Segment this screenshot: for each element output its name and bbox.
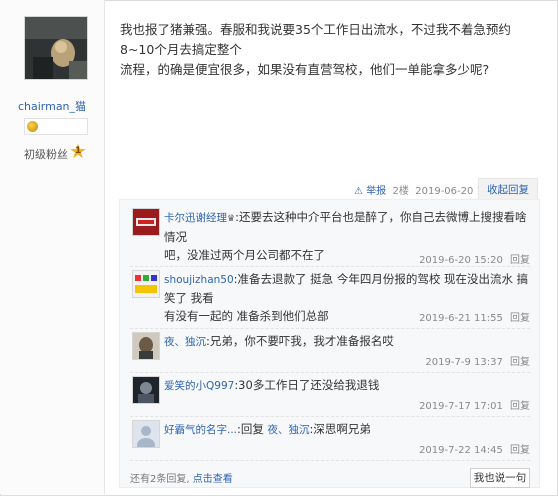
- reply-meta: 2019-7-17 17:01 回复: [419, 397, 530, 412]
- reply-text: :深思啊兄弟: [309, 422, 371, 436]
- view-more-link[interactable]: 点击查看: [193, 474, 233, 485]
- post-content: 我也报了猪兼强。春服和我说要35个工作日出流水，不过我不着急预约8~10个月去搞…: [120, 20, 540, 80]
- reply-body: 好霸气的名字...:回复 夜、独沉:深思啊兄弟: [164, 420, 530, 439]
- reply-item: 夜、独沉:兄弟，你不要吓我，我才准备报名哎 2019-7-9 13:37 回复: [130, 332, 530, 373]
- reply-username[interactable]: 卡尔迅谢经理: [164, 212, 227, 224]
- reply-input-button[interactable]: 我也说一句: [470, 468, 530, 488]
- rank-label: 初级粉丝: [24, 148, 68, 161]
- avatar-image: [133, 271, 159, 297]
- reply-meta: 2019-7-22 14:45 回复: [419, 441, 530, 456]
- default-avatar-icon: [133, 421, 159, 447]
- avatar-image: [133, 377, 159, 403]
- avatar-photo: [25, 17, 87, 79]
- reply-time: 2019-7-9 13:37: [425, 357, 503, 368]
- reply-avatar[interactable]: [132, 208, 160, 236]
- reply-avatar[interactable]: [132, 270, 160, 298]
- reply-item: shoujizhan50:准备去退款了 挺急 今年四月份报的驾校 现在没出流水 …: [130, 270, 530, 329]
- reply-button[interactable]: 回复: [510, 357, 530, 368]
- avatar-image: [133, 209, 159, 235]
- mention-link[interactable]: 夜、独沉: [268, 424, 310, 436]
- reply-body: 夜、独沉:兄弟，你不要吓我，我才准备报名哎: [164, 332, 530, 351]
- user-avatar[interactable]: [24, 16, 88, 80]
- rank-level: 1: [75, 146, 82, 156]
- reply-item: 爱笑的小Q997:30多工作日了还没给我退钱 2019-7-17 17:01 回…: [130, 376, 530, 417]
- report-link[interactable]: 举报: [366, 186, 386, 197]
- reply-item: 好霸气的名字...:回复 夜、独沉:深思啊兄弟 2019-7-22 14:45 …: [130, 420, 530, 461]
- reply-meta: 2019-6-20 15:20 回复: [419, 251, 530, 266]
- reply-avatar[interactable]: [132, 332, 160, 360]
- reply-meta: 2019-7-9 13:37 回复: [425, 353, 530, 368]
- more-replies-count: 还有2条回复,: [130, 474, 190, 485]
- reply-button[interactable]: 回复: [510, 401, 530, 412]
- reply-avatar[interactable]: [132, 420, 160, 448]
- reply-body: 爱笑的小Q997:30多工作日了还没给我退钱: [164, 376, 530, 395]
- reply-username[interactable]: shoujizhan50: [164, 274, 234, 286]
- post-line: 流程，的确是便宜很多，如果没有直营驾校，他们一单能拿多少呢?: [120, 62, 490, 77]
- reply-item: 卡尔迅谢经理♛:还要去这种中介平台也是醉了，你自己去微博上搜搜看啥情况 吧，没准…: [130, 208, 530, 267]
- medal-bar: [24, 118, 88, 135]
- medal-icon: [27, 121, 38, 132]
- reply-text: :兄弟，你不要吓我，我才准备报名哎: [206, 334, 394, 348]
- username[interactable]: chairman_猫: [0, 98, 104, 114]
- reply-button[interactable]: 回复: [510, 445, 530, 456]
- reply-text: :30多工作日了还没给我退钱: [234, 378, 380, 392]
- reply-text: 吧，没准过两个月公司都不在了: [164, 248, 325, 262]
- reply-button[interactable]: 回复: [510, 255, 530, 266]
- user-sidebar: chairman_猫 初级粉丝 ★ 1: [0, 0, 105, 494]
- reply-meta: 2019-6-21 11:55 回复: [419, 309, 530, 324]
- reply-button[interactable]: 回复: [510, 313, 530, 324]
- badge-icon: ♛: [227, 214, 236, 224]
- reply-time: 2019-6-20 15:20: [419, 255, 503, 266]
- warning-icon: ⚠: [354, 186, 363, 197]
- floor-label: 2楼: [392, 186, 409, 197]
- reply-time: 2019-7-17 17:01: [419, 401, 503, 412]
- reply-list: 卡尔迅谢经理♛:还要去这种中介平台也是醉了，你自己去微博上搜搜看啥情况 吧，没准…: [119, 199, 540, 488]
- reply-time: 2019-6-21 11:55: [419, 313, 503, 324]
- reply-username[interactable]: 夜、独沉: [164, 336, 206, 348]
- collapse-replies-button[interactable]: 收起回复: [478, 178, 538, 201]
- reply-username[interactable]: 爱笑的小Q997: [164, 380, 234, 392]
- reply-text: 有没有一起的 准备杀到他们总部: [164, 309, 329, 323]
- reply-username[interactable]: 好霸气的名字...: [164, 424, 237, 436]
- reply-avatar[interactable]: [132, 376, 160, 404]
- reply-time: 2019-7-22 14:45: [419, 445, 503, 456]
- more-replies: 还有2条回复, 点击查看: [130, 470, 233, 485]
- avatar-image: [133, 333, 159, 359]
- post-line: 我也报了猪兼强。春服和我说要35个工作日出流水，不过我不着急预约8~10个月去搞…: [120, 22, 511, 57]
- reply-text-prefix: :回复: [237, 422, 264, 436]
